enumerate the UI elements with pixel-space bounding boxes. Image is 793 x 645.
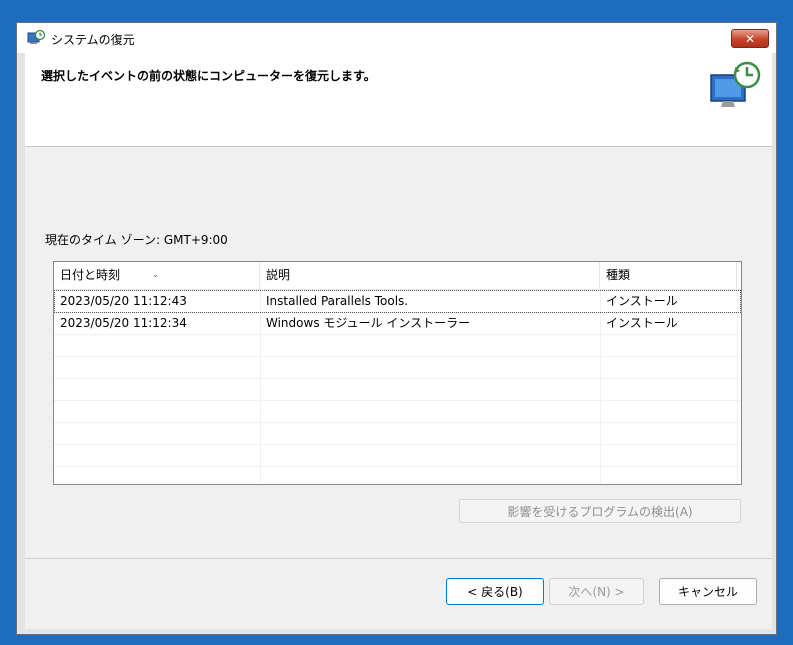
list-header: 日付と時刻 ⌄ 説明 種類 (54, 262, 741, 290)
next-button[interactable]: 次へ(N) > (549, 578, 644, 605)
column-header-description-label: 説明 (266, 268, 291, 282)
column-header-type[interactable]: 種類 (600, 262, 737, 289)
sort-down-icon: ⌄ (152, 270, 159, 279)
title-bar: システムの復元 ✕ (17, 23, 776, 53)
timezone-label: 現在のタイム ゾーン: GMT+9:00 (45, 233, 228, 247)
cancel-button[interactable]: キャンセル (659, 578, 757, 605)
close-icon: ✕ (744, 31, 756, 46)
back-button[interactable]: < 戻る(B) (446, 578, 544, 605)
row-description: Installed Parallels Tools. (266, 294, 409, 308)
close-button[interactable]: ✕ (731, 29, 769, 48)
window-title: システムの復元 (51, 33, 135, 47)
column-header-type-label: 種類 (606, 268, 631, 282)
wizard-header: 選択したイベントの前の状態にコンピューターを復元します。 (25, 53, 772, 147)
table-row[interactable]: 2023/05/20 11:12:34 Windows モジュール インストーラ… (54, 312, 741, 335)
empty-row (54, 400, 741, 423)
empty-row (54, 334, 741, 357)
empty-row (54, 378, 741, 401)
row-type: インストール (606, 294, 678, 308)
row-date: 2023/05/20 11:12:43 (60, 294, 187, 308)
system-restore-icon (27, 30, 45, 44)
column-header-date-label: 日付と時刻 (60, 268, 121, 282)
empty-row (54, 444, 741, 467)
empty-row (54, 422, 741, 445)
column-header-description[interactable]: 説明 (260, 262, 600, 289)
footer-divider (25, 558, 772, 559)
system-restore-window: システムの復元 ✕ 選択したイベントの前の状態にコンピューターを復元します。 現… (16, 22, 777, 635)
empty-row (54, 356, 741, 379)
restore-computer-icon (710, 61, 761, 107)
table-row[interactable]: 2023/05/20 11:12:43 Installed Parallels … (54, 290, 741, 313)
row-date: 2023/05/20 11:12:34 (60, 316, 187, 330)
restore-point-list[interactable]: 日付と時刻 ⌄ 説明 種類 2023/05/20 11:12:43 Instal… (53, 261, 742, 485)
row-description: Windows モジュール インストーラー (266, 316, 471, 330)
instruction-text: 選択したイベントの前の状態にコンピューターを復元します。 (41, 69, 376, 83)
row-type: インストール (606, 316, 678, 330)
column-header-date[interactable]: 日付と時刻 ⌄ (54, 262, 260, 289)
scan-affected-programs-button[interactable]: 影響を受けるプログラムの検出(A) (459, 499, 741, 523)
